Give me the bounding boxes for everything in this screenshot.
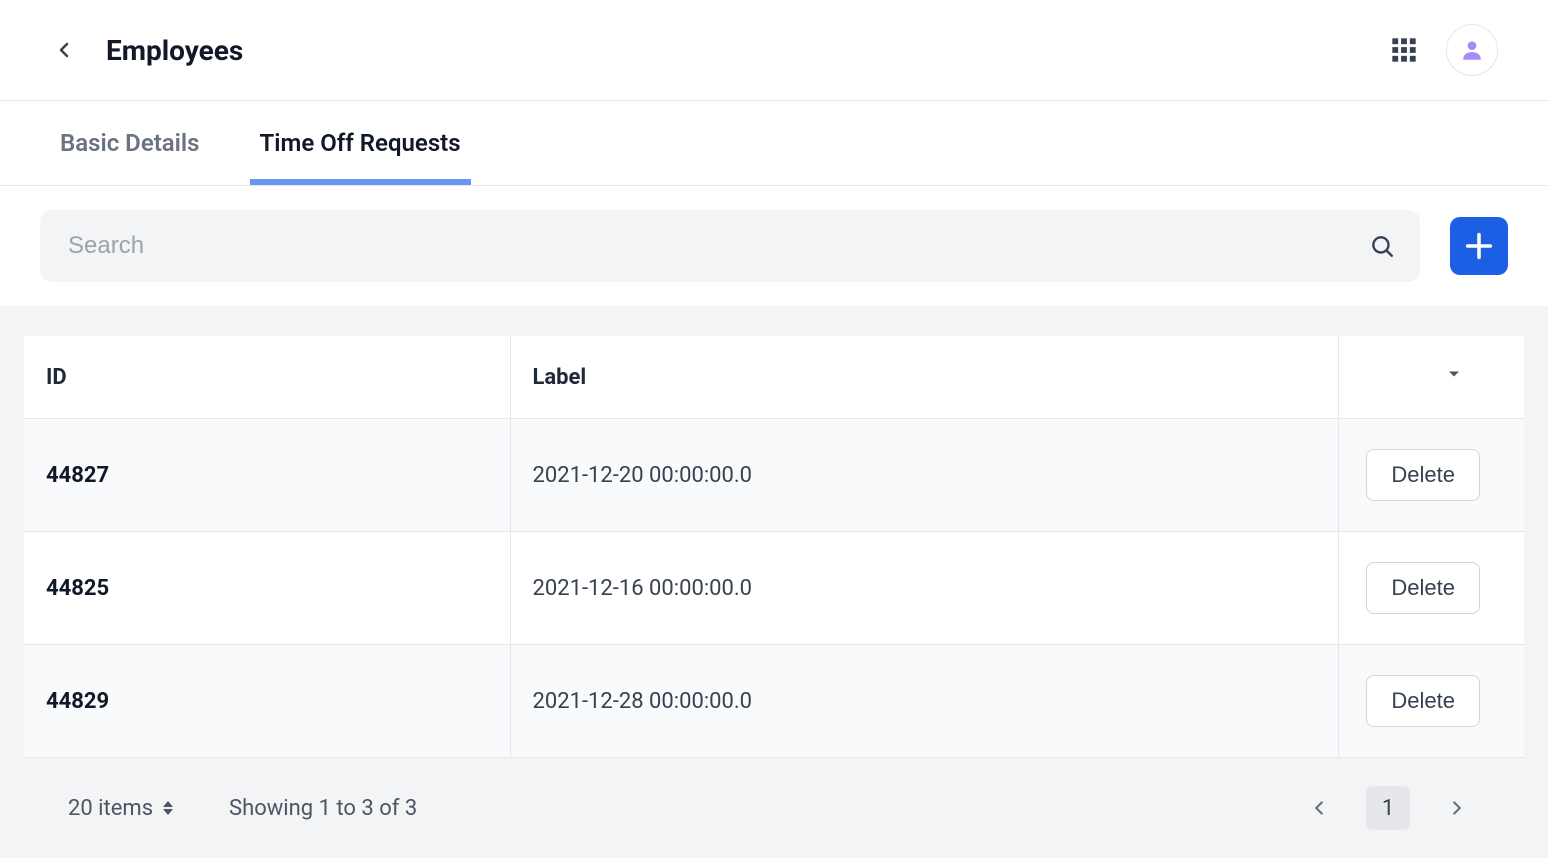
cell-label: 2021-12-16 00:00:00.0 <box>510 532 1338 645</box>
plus-icon <box>1462 229 1496 263</box>
cell-label: 2021-12-28 00:00:00.0 <box>510 645 1338 758</box>
column-header-actions <box>1338 336 1524 419</box>
search-row <box>0 186 1548 306</box>
table-row[interactable]: 44829 2021-12-28 00:00:00.0 Delete <box>24 645 1524 758</box>
prev-page-button[interactable] <box>1302 791 1336 825</box>
cell-id: 44825 <box>24 532 510 645</box>
column-header-label[interactable]: Label <box>510 336 1338 419</box>
add-button[interactable] <box>1450 217 1508 275</box>
requests-table: ID Label 44827 2021-12-20 00:00:00.0 Del… <box>24 336 1524 758</box>
pager: 1 <box>1302 786 1474 830</box>
page-header: Employees <box>0 0 1548 101</box>
column-header-id[interactable]: ID <box>24 336 510 419</box>
table-row[interactable]: 44825 2021-12-16 00:00:00.0 Delete <box>24 532 1524 645</box>
table-footer: 20 items Showing 1 to 3 of 3 1 <box>24 758 1524 858</box>
delete-button[interactable]: Delete <box>1366 449 1480 501</box>
page-title: Employees <box>106 34 243 67</box>
chevron-right-icon <box>1446 797 1468 819</box>
apps-button[interactable] <box>1386 32 1422 68</box>
search-input[interactable] <box>40 210 1420 282</box>
user-icon <box>1459 37 1485 63</box>
tab-time-off-requests[interactable]: Time Off Requests <box>250 101 471 185</box>
page-number[interactable]: 1 <box>1366 786 1410 830</box>
tab-basic-details[interactable]: Basic Details <box>50 101 210 185</box>
delete-button[interactable]: Delete <box>1366 562 1480 614</box>
chevron-left-icon <box>52 38 76 62</box>
cell-label: 2021-12-20 00:00:00.0 <box>510 419 1338 532</box>
avatar-button[interactable] <box>1446 24 1498 76</box>
back-button[interactable] <box>50 36 78 64</box>
delete-button[interactable]: Delete <box>1366 675 1480 727</box>
chevron-left-icon <box>1308 797 1330 819</box>
tabs: Basic Details Time Off Requests <box>0 101 1548 186</box>
column-menu-button[interactable] <box>1444 364 1464 384</box>
sort-updown-icon <box>163 801 173 815</box>
search-wrap <box>40 210 1420 282</box>
table-row[interactable]: 44827 2021-12-20 00:00:00.0 Delete <box>24 419 1524 532</box>
cell-id: 44827 <box>24 419 510 532</box>
search-icon-button[interactable] <box>1368 232 1396 260</box>
next-page-button[interactable] <box>1440 791 1474 825</box>
search-icon <box>1369 233 1395 259</box>
cell-id: 44829 <box>24 645 510 758</box>
table-area: ID Label 44827 2021-12-20 00:00:00.0 Del… <box>0 306 1548 858</box>
caret-down-icon <box>1444 364 1464 384</box>
pagination-summary: Showing 1 to 3 of 3 <box>229 796 417 821</box>
apps-grid-icon <box>1390 36 1418 64</box>
page-size-label: 20 items <box>68 796 153 821</box>
page-size-select[interactable]: 20 items <box>68 796 173 821</box>
